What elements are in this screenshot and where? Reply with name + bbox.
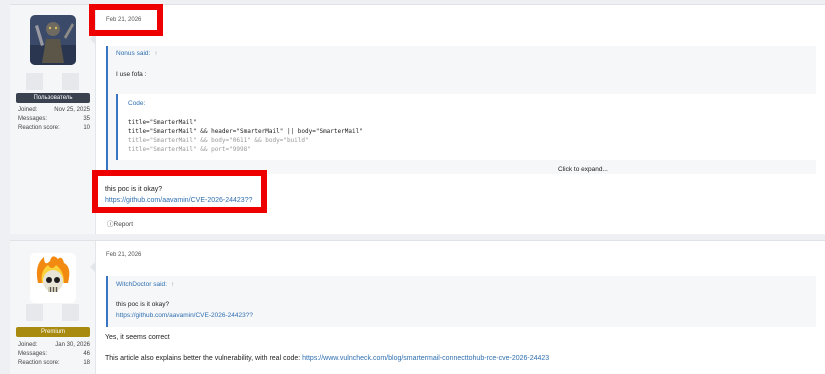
reply-text: Yes, it seems correct	[105, 334, 170, 341]
avatar[interactable]	[30, 253, 76, 303]
quote-link[interactable]: https://github.com/aavamin/CVE-2026-2442…	[116, 312, 253, 319]
flag-icon	[62, 304, 79, 321]
stat-joined: Joined: Jan 30, 2026	[18, 342, 90, 348]
user-stats: Joined: Jan 30, 2026 Messages: 46 Reacti…	[18, 341, 90, 368]
post-date[interactable]: Feb 21, 2026	[106, 252, 141, 258]
code-line: title="SmarterMail"	[128, 119, 197, 126]
user-role-badge: Premium	[16, 327, 90, 337]
arrow-up-icon[interactable]: ↑	[154, 51, 157, 57]
post-2: Premium Joined: Jan 30, 2026 Messages: 4…	[10, 240, 825, 374]
code-block: Code: title="SmarterMail" title="Smarter…	[116, 94, 816, 160]
post-1: Пользователь Joined: Nov 25, 2025 Messag…	[10, 4, 825, 234]
flag-icon	[26, 73, 43, 90]
user-flags	[26, 73, 82, 90]
code-line: title="SmarterMail" && header="SmarterMa…	[128, 128, 363, 135]
avatar-image-flaming-skull	[30, 253, 76, 303]
post-body-text: this poc is it okay?	[105, 186, 163, 193]
user-role-badge: Пользователь	[16, 93, 90, 103]
quote-author[interactable]: WitchDoctor said: ↑	[116, 281, 174, 288]
quote-author[interactable]: Nonus said: ↑	[116, 50, 157, 57]
code-line: title="SmarterMail" && body="0611" && bo…	[128, 137, 309, 144]
quote-block: WitchDoctor said: ↑ this poc is it okay? …	[106, 276, 816, 327]
stat-messages: Messages: 35	[18, 116, 90, 122]
flag-icon	[26, 304, 43, 321]
avatar-image-warrior	[30, 15, 76, 65]
user-sidebar: Premium Joined: Jan 30, 2026 Messages: 4…	[10, 241, 96, 374]
avatar[interactable]	[30, 15, 76, 65]
quote-text: I use fofa :	[116, 71, 147, 78]
stat-joined: Joined: Nov 25, 2025	[18, 107, 90, 113]
post-body-link[interactable]: https://github.com/aavamin/CVE-2026-2442…	[105, 197, 252, 204]
article-link[interactable]: https://www.vulncheck.com/blog/smarterma…	[302, 355, 549, 362]
reply-text-with-link: This article also explains better the vu…	[105, 355, 550, 362]
user-sidebar: Пользователь Joined: Nov 25, 2025 Messag…	[10, 5, 96, 234]
post-date[interactable]: Feb 21, 2026	[106, 17, 141, 23]
code-line: title="SmarterMail" && port="9998"	[128, 146, 251, 153]
stat-messages: Messages: 46	[18, 351, 90, 357]
stat-reaction-score: Reaction score: 18	[18, 360, 90, 366]
flag-icon	[62, 73, 79, 90]
click-to-expand[interactable]: Click to expand...	[558, 166, 608, 173]
arrow-up-icon[interactable]: ↑	[171, 282, 174, 288]
code-label: Code:	[128, 100, 146, 107]
quote-block: Nonus said: ↑ I use fofa : Code: title="S…	[106, 46, 816, 174]
post-pointer	[90, 33, 96, 45]
user-stats: Joined: Nov 25, 2025 Messages: 35 Reacti…	[18, 106, 90, 133]
quote-text: this poc is it okay?	[116, 301, 170, 308]
user-flags	[26, 304, 82, 321]
post-pointer	[90, 261, 96, 273]
stat-reaction-score: Reaction score: 10	[18, 125, 90, 131]
report-button[interactable]: ⓘReport	[107, 218, 133, 228]
